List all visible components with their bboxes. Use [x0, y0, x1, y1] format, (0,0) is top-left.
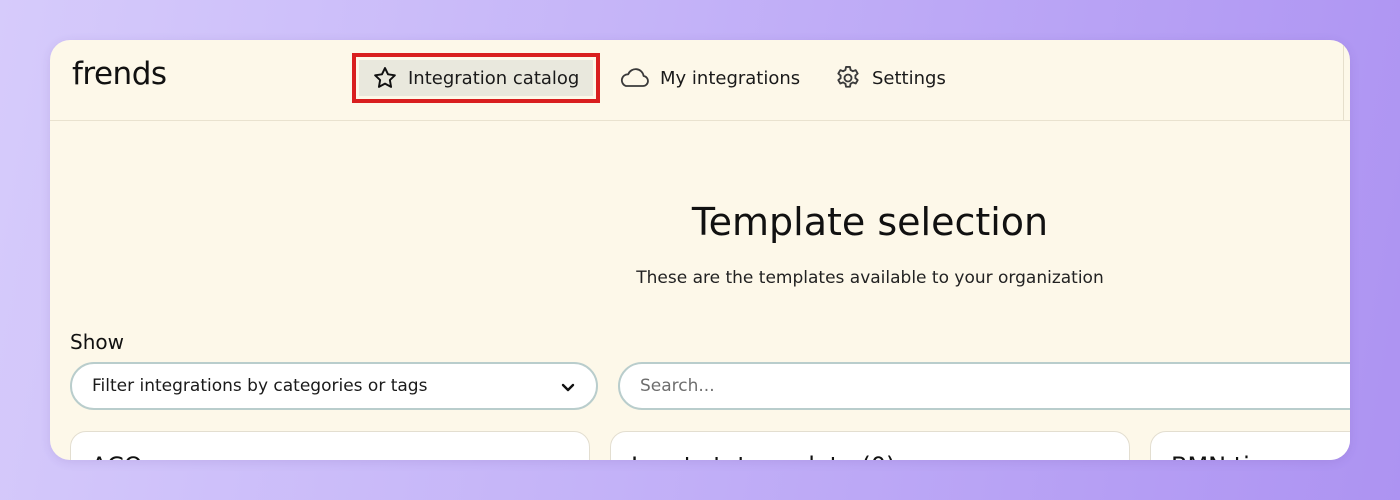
nav-integration-catalog[interactable]: Integration catalog — [352, 53, 600, 103]
template-card-title: Input state update (0) — [631, 452, 895, 460]
chevron-down-icon — [558, 377, 578, 402]
cloud-icon — [618, 65, 650, 91]
template-card[interactable]: ACO — [70, 431, 590, 460]
template-card[interactable]: Input state update (0) — [610, 431, 1130, 460]
nav-label: Settings — [872, 67, 946, 89]
template-card-title: BMN ti... — [1171, 452, 1273, 460]
page-title: Template selection — [691, 200, 1049, 244]
category-filter-dropdown[interactable]: Filter integrations by categories or tag… — [70, 362, 598, 410]
star-icon — [372, 65, 398, 91]
nav-label: My integrations — [660, 67, 801, 89]
template-card-title: ACO — [91, 452, 143, 460]
nav-label: Integration catalog — [408, 67, 580, 89]
app-window: frends Integration catalog My integratio… — [50, 40, 1350, 460]
search-input[interactable] — [618, 362, 1350, 410]
topbar-divider — [1343, 40, 1344, 120]
page-subtitle: These are the templates available to you… — [636, 268, 1104, 288]
nav-my-integrations[interactable]: My integrations — [618, 58, 800, 98]
top-navigation-bar: frends Integration catalog My integratio… — [50, 40, 1350, 121]
show-label: Show — [70, 330, 124, 354]
nav-settings[interactable]: Settings — [834, 58, 946, 98]
gear-icon — [834, 64, 862, 92]
frends-logo[interactable]: frends — [72, 56, 167, 92]
template-card[interactable]: BMN ti... — [1150, 431, 1350, 460]
filter-selected-value: Filter integrations by categories or tag… — [92, 376, 428, 396]
